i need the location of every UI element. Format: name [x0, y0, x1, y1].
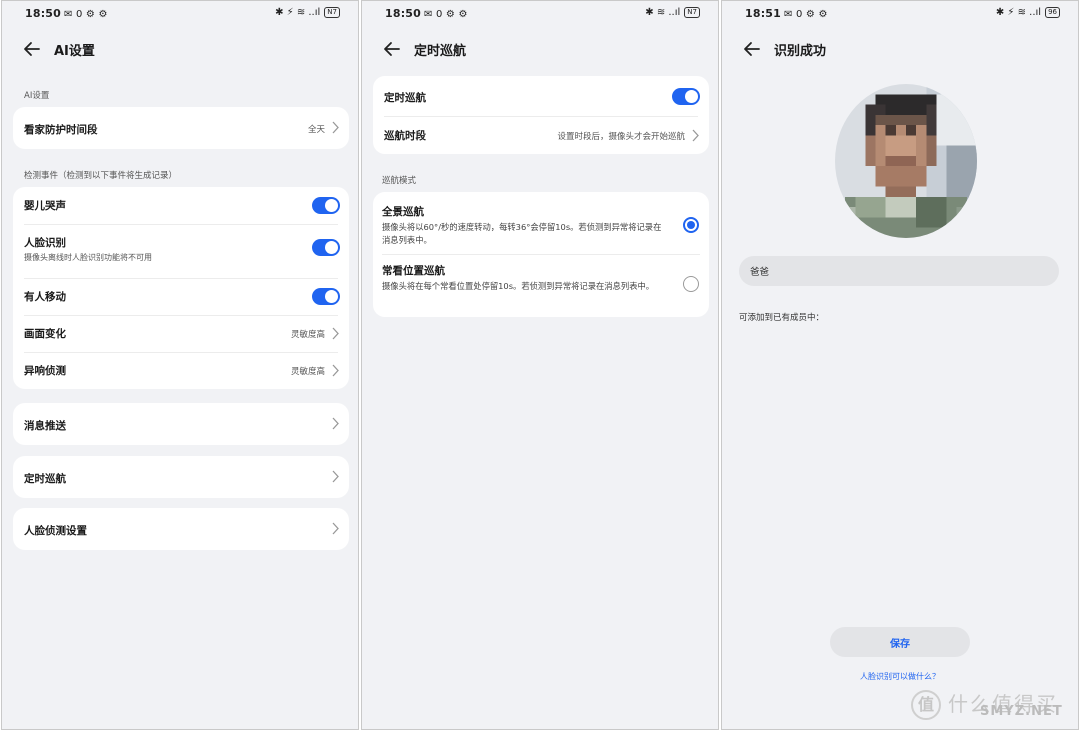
battery-icon: N7	[684, 7, 700, 18]
message-push-label: 消息推送	[24, 420, 66, 432]
mode-favorite-label: 常看位置巡航	[382, 265, 445, 277]
member-name-field[interactable]	[739, 256, 1059, 286]
face-recognition-help-link[interactable]: 人脸识别可以做什么？	[722, 671, 1078, 682]
motion-toggle[interactable]	[312, 288, 340, 305]
face-detection-settings-label: 人脸侦测设置	[24, 525, 87, 537]
section-label-mode: 巡航模式	[382, 176, 417, 186]
face-detection-settings-card: 人脸侦测设置	[13, 508, 349, 550]
scheduled-cruise-card: 定时巡航	[13, 456, 349, 498]
page-title: 识别成功	[774, 44, 827, 59]
scheduled-cruise-screen: 18:50 ✉ 0 ⚙ ⚙ ✱ ≋ ..ıl N7 定时巡航 定时巡航 巡航时段 设…	[361, 0, 719, 730]
notification-icons: ✉ 0 ⚙ ⚙	[64, 9, 108, 20]
cruise-time-row[interactable]: 巡航时段 设置时段后，摄像头才会开始巡航	[373, 116, 709, 154]
cruise-time-label: 巡航时段	[384, 130, 426, 142]
status-bar: 18:50 ✉ 0 ⚙ ⚙ ✱ ≋ ..ıl N7	[362, 7, 718, 25]
back-arrow-icon[interactable]	[22, 39, 42, 59]
battery-icon: 96	[1045, 7, 1060, 18]
back-arrow-icon[interactable]	[382, 39, 402, 59]
guard-period-value: 全天	[307, 125, 325, 135]
section-label-detect: 检测事件（检测到以下事件将生成记录）	[24, 171, 178, 181]
scene-change-value: 灵敏度高	[290, 330, 325, 340]
pixelated-face-image	[835, 84, 977, 238]
page-title: 定时巡航	[414, 44, 467, 59]
scheduled-cruise-label: 定时巡航	[24, 473, 66, 485]
motion-row: 有人移动	[13, 278, 349, 315]
signal-icons: ✱ ⚡ ≋ ..ıl	[995, 7, 1042, 18]
status-bar: 18:50 ✉ 0 ⚙ ⚙ ✱ ⚡ ≋ ..ıl N7	[2, 7, 358, 25]
face-detection-settings-row[interactable]: 人脸侦测设置	[13, 508, 349, 550]
face-recognition-row: 人脸识别 摄像头离线时人脸识别功能将不可用	[13, 224, 349, 278]
page-title: AI设置	[54, 44, 95, 59]
recognition-success-screen: 18:51 ✉ 0 ⚙ ⚙ ✱ ⚡ ≋ ..ıl 96 识别成功 爸爸 可添加到…	[721, 0, 1079, 730]
scene-change-label: 画面变化	[24, 328, 66, 340]
add-to-member-label: 可添加到已有成员中：	[739, 313, 825, 323]
watermark-glyph: 值	[911, 690, 941, 720]
guard-period-label: 看家防护时间段	[24, 124, 98, 136]
mode-panorama-radio[interactable]	[683, 217, 699, 233]
baby-cry-row: 婴儿哭声	[13, 187, 349, 224]
battery-icon: N7	[324, 7, 340, 18]
detect-events-card: 婴儿哭声 人脸识别 摄像头离线时人脸识别功能将不可用 有人移动 画面变化 灵敏度…	[13, 187, 349, 389]
chevron-right-icon	[692, 129, 699, 142]
message-push-card: 消息推送	[13, 403, 349, 445]
mode-panorama-row[interactable]: 全景巡航 摄像头将以60°/秒的速度转动，每转36°会停留10s。若侦测到异常将…	[373, 192, 709, 254]
header: AI设置	[2, 37, 358, 61]
mode-panorama-label: 全景巡航	[382, 206, 424, 218]
status-time: 18:51	[745, 7, 782, 20]
face-avatar	[835, 84, 977, 238]
cruise-toggle-row: 定时巡航	[373, 76, 709, 116]
mode-favorite-desc: 摄像头将在每个常看位置处停留10s。若侦测到异常将记录在消息列表中。	[382, 281, 655, 291]
guard-period-card: 看家防护时间段 全天	[13, 107, 349, 149]
signal-icons: ✱ ⚡ ≋ ..ıl	[275, 7, 321, 18]
abnormal-sound-value: 灵敏度高	[290, 367, 325, 377]
header: 识别成功	[722, 37, 1078, 61]
status-time: 18:50	[25, 7, 62, 20]
mode-favorite-radio[interactable]	[683, 276, 699, 292]
cruise-settings-card: 定时巡航 巡航时段 设置时段后，摄像头才会开始巡航	[373, 76, 709, 154]
save-button[interactable]: 保存	[830, 627, 970, 657]
signal-icons: ✱ ≋ ..ıl	[645, 7, 681, 18]
baby-cry-toggle[interactable]	[312, 197, 340, 214]
face-recognition-label: 人脸识别	[24, 237, 66, 249]
back-arrow-icon[interactable]	[742, 39, 762, 59]
cruise-mode-card: 全景巡航 摄像头将以60°/秒的速度转动，每转36°会停留10s。若侦测到异常将…	[373, 192, 709, 317]
section-label-ai: AI设置	[24, 91, 50, 101]
chevron-right-icon	[332, 364, 339, 377]
watermark-sub: SMYZ.NET	[980, 704, 1063, 719]
cruise-time-value: 设置时段后，摄像头才会开始巡航	[557, 132, 685, 142]
face-recognition-sub: 摄像头离线时人脸识别功能将不可用	[24, 253, 152, 262]
chevron-right-icon	[332, 121, 339, 134]
chevron-right-icon	[332, 327, 339, 340]
status-bar: 18:51 ✉ 0 ⚙ ⚙ ✱ ⚡ ≋ ..ıl 96	[722, 7, 1078, 25]
chevron-right-icon	[332, 522, 339, 535]
header: 定时巡航	[362, 37, 718, 61]
mode-favorite-row[interactable]: 常看位置巡航 摄像头将在每个常看位置处停留10s。若侦测到异常将记录在消息列表中…	[373, 254, 709, 316]
ai-settings-screen: 18:50 ✉ 0 ⚙ ⚙ ✱ ⚡ ≋ ..ıl N7 AI设置 AI设置 看家防护…	[1, 0, 359, 730]
cruise-toggle[interactable]	[672, 88, 700, 105]
cruise-toggle-label: 定时巡航	[384, 92, 426, 104]
baby-cry-label: 婴儿哭声	[24, 200, 66, 212]
chevron-right-icon	[332, 417, 339, 430]
notification-icons: ✉ 0 ⚙ ⚙	[784, 9, 828, 20]
watermark-logo: 值 什么值得买 SMYZ.NET	[908, 688, 1080, 728]
status-time: 18:50	[385, 7, 422, 20]
chevron-right-icon	[332, 470, 339, 483]
scheduled-cruise-row[interactable]: 定时巡航	[13, 456, 349, 498]
face-recognition-toggle[interactable]	[312, 239, 340, 256]
abnormal-sound-row[interactable]: 异响侦测 灵敏度高	[13, 352, 349, 389]
abnormal-sound-label: 异响侦测	[24, 365, 66, 377]
guard-period-row[interactable]: 看家防护时间段 全天	[13, 107, 349, 149]
notification-icons: ✉ 0 ⚙ ⚙	[424, 9, 468, 20]
message-push-row[interactable]: 消息推送	[13, 403, 349, 445]
mode-panorama-desc: 摄像头将以60°/秒的速度转动，每转36°会停留10s。若侦测到异常将记录在消息…	[382, 222, 662, 245]
scene-change-row[interactable]: 画面变化 灵敏度高	[13, 315, 349, 352]
motion-label: 有人移动	[24, 291, 66, 303]
